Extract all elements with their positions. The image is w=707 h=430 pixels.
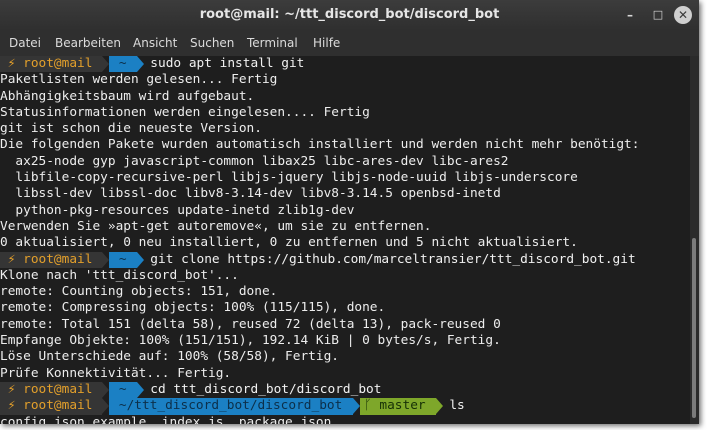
prompt-directory-segment: ~	[109, 381, 138, 399]
scrollbar[interactable]	[690, 56, 699, 424]
command-text: ls	[449, 398, 465, 414]
output-line: Die folgenden Pakete wurden automatisch …	[0, 137, 640, 153]
output-line: 0 aktualisiert, 0 neu installiert, 0 zu …	[0, 235, 578, 251]
title-bar[interactable]: root@mail: ~/ttt_discord_bot/discord_bot…	[0, 0, 699, 30]
menu-hilfe[interactable]: Hilfe	[313, 30, 340, 56]
output-line: Löse Unterschiede auf: 100% (58/58), Fer…	[0, 349, 339, 365]
command-text: cd ttt_discord_bot/discord_bot	[150, 381, 382, 397]
minimize-button[interactable]: –	[622, 0, 638, 30]
prompt-line: ⚡ root@mail ~ cd ttt_discord_bot/discord…	[0, 381, 690, 399]
menu-suchen[interactable]: Suchen	[190, 30, 234, 56]
prompt-user-segment: ⚡ root@mail	[0, 56, 103, 73]
output-line: Klone nach 'ttt_discord_bot'...	[0, 267, 239, 283]
prompt-directory-segment: ~	[109, 251, 138, 268]
prompt-user-segment: ⚡ root@mail	[0, 251, 103, 268]
output-line: git ist schon die neueste Version.	[0, 121, 262, 137]
prompt-line: ⚡ root@mail ~/ttt_discord_bot/discord_bo…	[0, 398, 690, 415]
output-line: Paketlisten werden gelesen... Fertig	[0, 72, 278, 88]
prompt-user-segment: ⚡ root@mail	[0, 381, 103, 399]
output-line: config.json.example index.js package.jso…	[0, 414, 332, 424]
terminal-window: root@mail: ~/ttt_discord_bot/discord_bot…	[0, 0, 699, 424]
output-line: remote: Counting objects: 151, done.	[0, 284, 278, 300]
prompt-separator-icon	[353, 398, 361, 415]
scrollbar-thumb[interactable]	[692, 238, 696, 418]
prompt-git-branch-segment: ᚴ master	[360, 398, 437, 415]
prompt-directory-segment: ~/ttt_discord_bot/discord_bot	[109, 398, 354, 415]
menu-terminal[interactable]: Terminal	[247, 30, 298, 56]
menu-datei[interactable]: Datei	[9, 30, 41, 56]
output-line: Abhängigkeitsbaum wird aufgebaut.	[0, 88, 255, 104]
output-line: Prüfe Konnektivität... Fertig.	[0, 365, 232, 381]
output-line: remote: Compressing objects: 100% (115/1…	[0, 300, 386, 316]
prompt-line: ⚡ root@mail ~ git clone https://github.c…	[0, 251, 690, 268]
close-button[interactable]: ✕	[674, 6, 692, 24]
prompt-separator-icon	[102, 381, 110, 398]
terminal-output[interactable]: ⚡ root@mail ~ sudo apt install git Paketl…	[0, 56, 690, 424]
prompt-line: ⚡ root@mail ~ sudo apt install git	[0, 56, 690, 73]
menu-bar: Datei Bearbeiten Ansicht Suchen Terminal…	[0, 30, 699, 56]
prompt-separator-icon	[102, 56, 110, 72]
output-line: remote: Total 151 (delta 58), reused 72 …	[0, 316, 501, 332]
output-line: Empfange Objekte: 100% (151/151), 192.14…	[0, 333, 501, 349]
output-line: Statusinformationen werden eingelesen...…	[0, 104, 370, 120]
command-text: git clone https://github.com/marceltrans…	[150, 251, 636, 267]
prompt-user-segment: ⚡ root@mail	[0, 398, 103, 415]
prompt-separator-icon	[102, 251, 110, 268]
maximize-button[interactable]: □	[650, 0, 666, 30]
prompt-directory-segment: ~	[109, 56, 138, 73]
output-line: Verwenden Sie »apt-get autoremove«, um s…	[0, 218, 432, 234]
menu-ansicht[interactable]: Ansicht	[133, 30, 177, 56]
command-text: sudo apt install git	[150, 56, 305, 71]
menu-bearbeiten[interactable]: Bearbeiten	[55, 30, 121, 56]
output-line: ax25-node gyp javascript-common libax25 …	[0, 153, 509, 169]
window-title: root@mail: ~/ttt_discord_bot/discord_bot	[199, 7, 500, 22]
output-line: python-pkg-resources update-inetd zlib1g…	[0, 202, 355, 218]
output-line: libssl-dev libssl-doc libv8-3.14-dev lib…	[0, 186, 501, 202]
output-line: libfile-copy-recursive-perl libjs-jquery…	[0, 170, 578, 186]
prompt-separator-icon	[102, 398, 110, 415]
